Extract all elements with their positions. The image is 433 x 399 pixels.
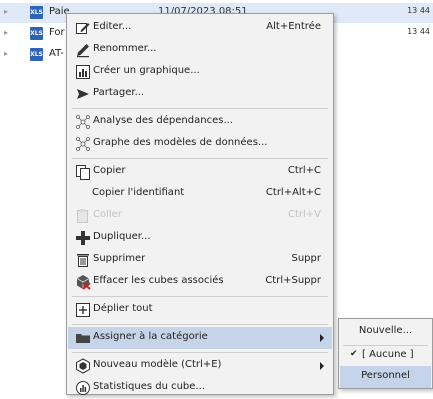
menu-item-copy[interactable]: Copier Ctrl+C [68,161,332,183]
menu-item-create-chart[interactable]: Créer un graphique... [68,61,332,83]
menu-item-share[interactable]: Partager... [68,83,332,105]
menu-item-label: Analyse des dépendances... [93,115,233,126]
edit-icon [75,20,91,36]
menu-item-label: Dupliquer... [93,231,151,242]
menu-item-label: Assigner à la catégorie [93,331,208,342]
statistics-icon [75,380,91,396]
category-submenu: Nouvelle... ✔ [ Aucune ] Personnel [338,318,433,389]
menu-item-shortcut: Ctrl+Alt+C [265,187,321,198]
context-menu: Editer... Alt+Entrée Renommer... Créer u… [66,13,334,395]
menu-item-label: Déplier tout [93,303,153,314]
menu-item-label: Partager... [93,87,145,98]
menu-item-label: Graphe des modèles de données... [93,137,268,148]
menu-item-shortcut: Alt+Entrée [266,21,321,32]
menu-item-paste: Coller Ctrl+V [68,205,332,227]
menu-item-expand-all[interactable]: Déplier tout [68,299,332,321]
cube-delete-icon [75,274,91,290]
xls-file-icon: XLS [30,48,43,61]
expand-arrow-icon[interactable]: ▸ [4,28,8,37]
menu-item-new-model[interactable]: Nouveau modèle (Ctrl+E) [68,355,332,377]
submenu-item-label: Personnel [361,370,410,381]
menu-item-shortcut: Suppr [291,253,322,264]
model-icon [75,358,91,374]
menu-item-label: Renommer... [93,43,157,54]
file-size: 13 44 [407,6,430,15]
paste-icon [75,208,91,224]
menu-item-dependencies[interactable]: Analyse des dépendances... [68,111,332,133]
menu-item-label: Créer un graphique... [93,65,200,76]
menu-item-label: Supprimer [93,253,146,264]
file-size: 13 44 [407,27,430,36]
menu-separator [72,108,328,109]
menu-separator [72,352,328,353]
folder-icon [75,330,91,346]
menu-separator [72,296,328,297]
menu-item-rename[interactable]: Renommer... [68,39,332,61]
plus-icon [75,230,91,246]
menu-item-delete[interactable]: Supprimer Suppr [68,249,332,271]
checkmark-icon: ✔ [350,349,358,359]
dependency-graph-icon [75,114,91,130]
menu-item-clear-cubes[interactable]: Effacer les cubes associés Ctrl+Suppr [68,271,332,293]
menu-item-edit[interactable]: Editer... Alt+Entrée [68,17,332,39]
menu-item-shortcut: Ctrl+Suppr [265,275,321,286]
menu-item-cube-stats[interactable]: Statistiques du cube... [68,377,332,399]
expand-arrow-icon[interactable]: ▸ [4,7,8,16]
file-name: AT- [49,48,64,59]
submenu-item-label: [ Aucune ] [362,349,414,360]
expand-arrow-icon[interactable]: ▸ [4,49,8,58]
menu-item-shortcut: Ctrl+V [287,209,321,220]
menu-item-copy-id[interactable]: Copier l'identifiant Ctrl+Alt+C [68,183,332,205]
pencil-icon [75,42,91,58]
submenu-arrow-icon [320,334,324,342]
menu-item-duplicate[interactable]: Dupliquer... [68,227,332,249]
menu-separator [72,324,328,325]
submenu-item-new-category[interactable]: Nouvelle... [340,321,431,343]
copy-icon [75,164,91,180]
submenu-item-none[interactable]: ✔ [ Aucune ] [340,345,431,367]
xls-file-icon: XLS [30,6,43,19]
menu-item-shortcut: Ctrl+C [287,165,321,176]
submenu-arrow-icon [320,362,324,370]
menu-item-label: Effacer les cubes associés [93,275,224,286]
menu-item-label: Copier [93,165,126,176]
menu-separator [72,158,328,159]
menu-item-label: Copier l'identifiant [92,187,185,198]
chart-icon [75,64,91,80]
menu-item-label: Coller [93,209,122,220]
submenu-item-personnel[interactable]: Personnel [340,366,431,388]
submenu-item-label: Nouvelle... [358,325,413,336]
share-icon [75,86,91,102]
menu-item-data-model-graph[interactable]: Graphe des modèles de données... [68,133,332,155]
menu-item-label: Editer... [93,21,132,32]
expand-all-icon [75,302,91,318]
menu-item-label: Statistiques du cube... [93,381,205,392]
file-name: For [49,27,65,38]
xls-file-icon: XLS [30,27,43,40]
menu-item-label: Nouveau modèle (Ctrl+E) [93,359,222,370]
menu-item-assign-category[interactable]: Assigner à la catégorie [68,327,332,349]
trash-icon [75,252,91,268]
model-graph-icon [75,136,91,152]
